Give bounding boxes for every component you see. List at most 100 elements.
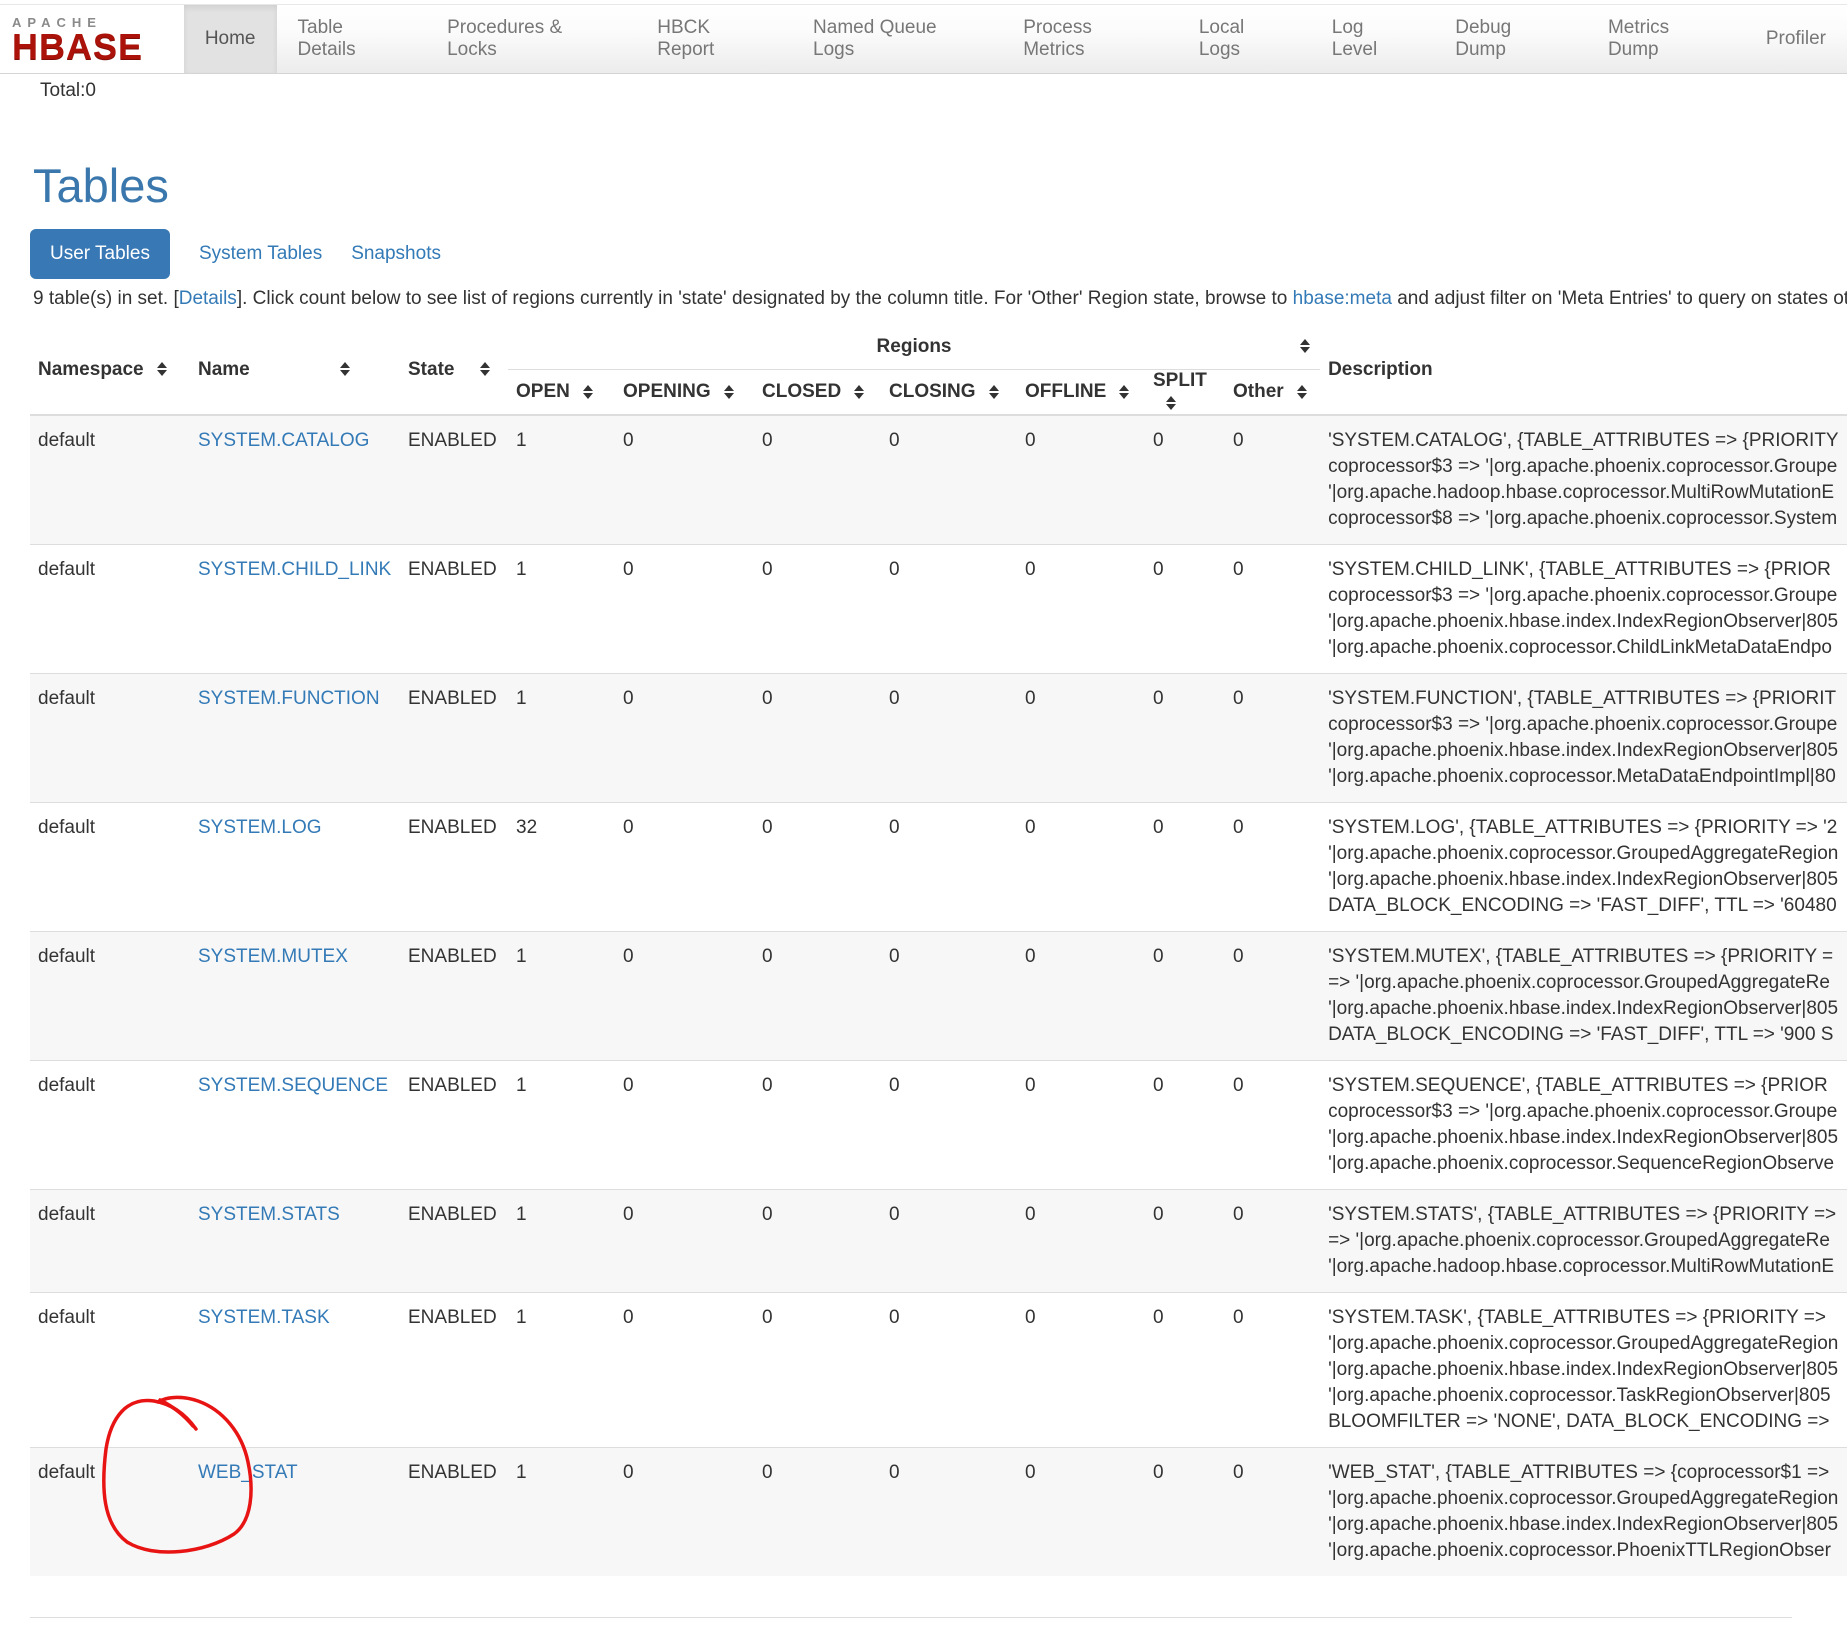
sort-icon[interactable] xyxy=(1119,385,1129,399)
hbase-meta-link[interactable]: hbase:meta xyxy=(1293,288,1392,309)
sort-icon[interactable] xyxy=(157,362,167,376)
region-count-opening[interactable]: 0 xyxy=(623,559,634,580)
region-count-closing[interactable]: 0 xyxy=(889,1462,900,1483)
region-count-offline[interactable]: 0 xyxy=(1025,1307,1036,1328)
nav-item-named-queue-logs[interactable]: Named Queue Logs xyxy=(792,5,1002,73)
region-count-closed[interactable]: 0 xyxy=(762,1307,773,1328)
sort-icon[interactable] xyxy=(1300,339,1310,353)
col-header-regions-group[interactable]: Regions xyxy=(508,325,1320,369)
col-header-closing[interactable]: CLOSING xyxy=(881,369,1017,415)
details-link[interactable]: Details xyxy=(179,288,237,309)
nav-item-metrics-dump[interactable]: Metrics Dump xyxy=(1587,5,1745,73)
table-link-system.stats[interactable]: SYSTEM.STATS xyxy=(198,1204,340,1225)
table-link-web_stat[interactable]: WEB_STAT xyxy=(198,1462,298,1483)
region-count-offline[interactable]: 0 xyxy=(1025,688,1036,709)
region-count-other[interactable]: 0 xyxy=(1233,1462,1244,1483)
region-count-closing[interactable]: 0 xyxy=(889,1307,900,1328)
region-count-closed[interactable]: 0 xyxy=(762,1204,773,1225)
table-link-system.child_link[interactable]: SYSTEM.CHILD_LINK xyxy=(198,559,391,580)
region-count-open[interactable]: 1 xyxy=(516,430,527,451)
region-count-other[interactable]: 0 xyxy=(1233,559,1244,580)
sort-icon[interactable] xyxy=(480,362,490,376)
region-count-closing[interactable]: 0 xyxy=(889,817,900,838)
region-count-open[interactable]: 1 xyxy=(516,1075,527,1096)
tab-snapshots[interactable]: Snapshots xyxy=(351,229,441,279)
region-count-split[interactable]: 0 xyxy=(1153,430,1164,451)
region-count-closing[interactable]: 0 xyxy=(889,688,900,709)
region-count-open[interactable]: 1 xyxy=(516,688,527,709)
region-count-opening[interactable]: 0 xyxy=(623,817,634,838)
region-count-open[interactable]: 1 xyxy=(516,1462,527,1483)
region-count-offline[interactable]: 0 xyxy=(1025,430,1036,451)
region-count-opening[interactable]: 0 xyxy=(623,688,634,709)
nav-item-process-metrics[interactable]: Process Metrics xyxy=(1002,5,1178,73)
sort-icon[interactable] xyxy=(724,385,734,399)
nav-item-profiler[interactable]: Profiler xyxy=(1745,5,1847,73)
region-count-opening[interactable]: 0 xyxy=(623,1462,634,1483)
region-count-closing[interactable]: 0 xyxy=(889,430,900,451)
region-count-split[interactable]: 0 xyxy=(1153,1307,1164,1328)
region-count-offline[interactable]: 0 xyxy=(1025,817,1036,838)
tab-user-tables[interactable]: User Tables xyxy=(30,229,170,279)
region-count-opening[interactable]: 0 xyxy=(623,430,634,451)
region-count-closed[interactable]: 0 xyxy=(762,688,773,709)
region-count-closing[interactable]: 0 xyxy=(889,1075,900,1096)
region-count-offline[interactable]: 0 xyxy=(1025,559,1036,580)
region-count-other[interactable]: 0 xyxy=(1233,946,1244,967)
sort-icon[interactable] xyxy=(1297,385,1307,399)
col-header-closed[interactable]: CLOSED xyxy=(754,369,881,415)
nav-item-local-logs[interactable]: Local Logs xyxy=(1178,5,1311,73)
region-count-split[interactable]: 0 xyxy=(1153,559,1164,580)
nav-item-debug-dump[interactable]: Debug Dump xyxy=(1434,5,1587,73)
sort-icon[interactable] xyxy=(854,385,864,399)
col-header-split[interactable]: SPLIT xyxy=(1145,369,1225,415)
table-link-system.function[interactable]: SYSTEM.FUNCTION xyxy=(198,688,380,709)
region-count-offline[interactable]: 0 xyxy=(1025,1204,1036,1225)
region-count-closed[interactable]: 0 xyxy=(762,559,773,580)
region-count-offline[interactable]: 0 xyxy=(1025,1075,1036,1096)
region-count-opening[interactable]: 0 xyxy=(623,946,634,967)
region-count-split[interactable]: 0 xyxy=(1153,1462,1164,1483)
sort-icon[interactable] xyxy=(989,385,999,399)
nav-item-home[interactable]: Home xyxy=(184,5,277,73)
region-count-closing[interactable]: 0 xyxy=(889,1204,900,1225)
nav-item-hbck-report[interactable]: HBCK Report xyxy=(636,5,792,73)
region-count-open[interactable]: 1 xyxy=(516,559,527,580)
nav-item-procedures-locks[interactable]: Procedures & Locks xyxy=(426,5,636,73)
region-count-open[interactable]: 1 xyxy=(516,1204,527,1225)
region-count-open[interactable]: 1 xyxy=(516,1307,527,1328)
region-count-opening[interactable]: 0 xyxy=(623,1307,634,1328)
region-count-other[interactable]: 0 xyxy=(1233,688,1244,709)
region-count-other[interactable]: 0 xyxy=(1233,1307,1244,1328)
region-count-open[interactable]: 32 xyxy=(516,817,537,838)
col-header-open[interactable]: OPEN xyxy=(508,369,615,415)
region-count-closed[interactable]: 0 xyxy=(762,946,773,967)
region-count-split[interactable]: 0 xyxy=(1153,817,1164,838)
region-count-offline[interactable]: 0 xyxy=(1025,1462,1036,1483)
region-count-other[interactable]: 0 xyxy=(1233,817,1244,838)
nav-item-log-level[interactable]: Log Level xyxy=(1311,5,1434,73)
region-count-offline[interactable]: 0 xyxy=(1025,946,1036,967)
region-count-split[interactable]: 0 xyxy=(1153,688,1164,709)
table-link-system.mutex[interactable]: SYSTEM.MUTEX xyxy=(198,946,348,967)
col-header-offline[interactable]: OFFLINE xyxy=(1017,369,1145,415)
region-count-closing[interactable]: 0 xyxy=(889,946,900,967)
tab-system-tables[interactable]: System Tables xyxy=(199,229,322,279)
table-link-system.catalog[interactable]: SYSTEM.CATALOG xyxy=(198,430,369,451)
region-count-closed[interactable]: 0 xyxy=(762,1075,773,1096)
table-link-system.log[interactable]: SYSTEM.LOG xyxy=(198,817,322,838)
col-header-state[interactable]: State xyxy=(400,325,508,415)
table-link-system.task[interactable]: SYSTEM.TASK xyxy=(198,1307,330,1328)
table-link-system.sequence[interactable]: SYSTEM.SEQUENCE xyxy=(198,1075,388,1096)
region-count-split[interactable]: 0 xyxy=(1153,946,1164,967)
region-count-split[interactable]: 0 xyxy=(1153,1075,1164,1096)
region-count-closing[interactable]: 0 xyxy=(889,559,900,580)
sort-icon[interactable] xyxy=(583,385,593,399)
region-count-closed[interactable]: 0 xyxy=(762,430,773,451)
region-count-opening[interactable]: 0 xyxy=(623,1075,634,1096)
col-header-other[interactable]: Other xyxy=(1225,369,1320,415)
col-header-namespace[interactable]: Namespace xyxy=(30,325,190,415)
nav-item-table-details[interactable]: Table Details xyxy=(277,5,427,73)
region-count-other[interactable]: 0 xyxy=(1233,430,1244,451)
col-header-name[interactable]: Name xyxy=(190,325,400,415)
